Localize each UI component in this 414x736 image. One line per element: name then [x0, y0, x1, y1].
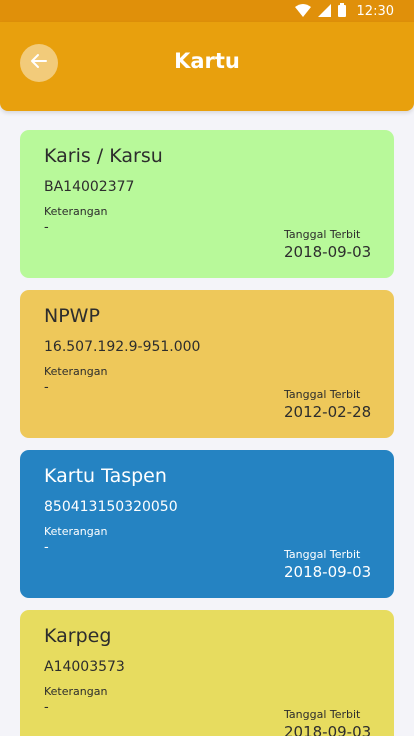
card-name: Karpeg: [44, 625, 112, 647]
date-block: Tanggal Terbit 2018-09-03: [284, 548, 371, 581]
card-list: Karis / Karsu BA14002377 Keterangan - Ta…: [20, 130, 394, 736]
date-value: 2012-02-28: [284, 403, 372, 421]
date-label: Tanggal Terbit: [284, 548, 361, 561]
date-block: Tanggal Terbit 2018-09-03: [284, 708, 371, 736]
card-item[interactable]: NPWP 16.507.192.9-951.000 Keterangan - T…: [20, 290, 394, 438]
card-item[interactable]: Kartu Taspen 850413150320050 Keterangan …: [20, 450, 394, 598]
wifi-icon: [294, 2, 311, 21]
info-label: Keterangan: [44, 685, 108, 698]
card-name: NPWP: [44, 305, 100, 327]
card-name: Kartu Taspen: [44, 465, 167, 487]
card-name: Karis / Karsu: [44, 145, 163, 167]
card-number: A14003573: [44, 659, 125, 675]
date-value: 2018-09-03: [284, 723, 372, 736]
info-label: Keterangan: [44, 525, 108, 538]
signal-icon: [317, 2, 331, 21]
battery-icon: [337, 2, 346, 21]
date-label: Tanggal Terbit: [284, 708, 361, 721]
card-number: 850413150320050: [44, 499, 178, 515]
page-title: Kartu: [174, 49, 240, 73]
date-block: Tanggal Terbit 2012-02-28: [284, 388, 371, 421]
card-item[interactable]: Karpeg A14003573 Keterangan - Tanggal Te…: [20, 610, 394, 736]
app-bar: Kartu: [0, 22, 414, 111]
status-time: 12:30: [356, 3, 394, 19]
date-label: Tanggal Terbit: [284, 228, 361, 241]
card-number: BA14002377: [44, 179, 135, 195]
status-bar: 12:30: [0, 0, 414, 22]
date-value: 2018-09-03: [284, 243, 372, 261]
date-value: 2018-09-03: [284, 563, 372, 581]
date-block: Tanggal Terbit 2018-09-03: [284, 228, 371, 261]
info-label: Keterangan: [44, 365, 108, 378]
date-label: Tanggal Terbit: [284, 388, 361, 401]
info-label: Keterangan: [44, 205, 108, 218]
card-item[interactable]: Karis / Karsu BA14002377 Keterangan - Ta…: [20, 130, 394, 278]
card-number: 16.507.192.9-951.000: [44, 339, 201, 355]
